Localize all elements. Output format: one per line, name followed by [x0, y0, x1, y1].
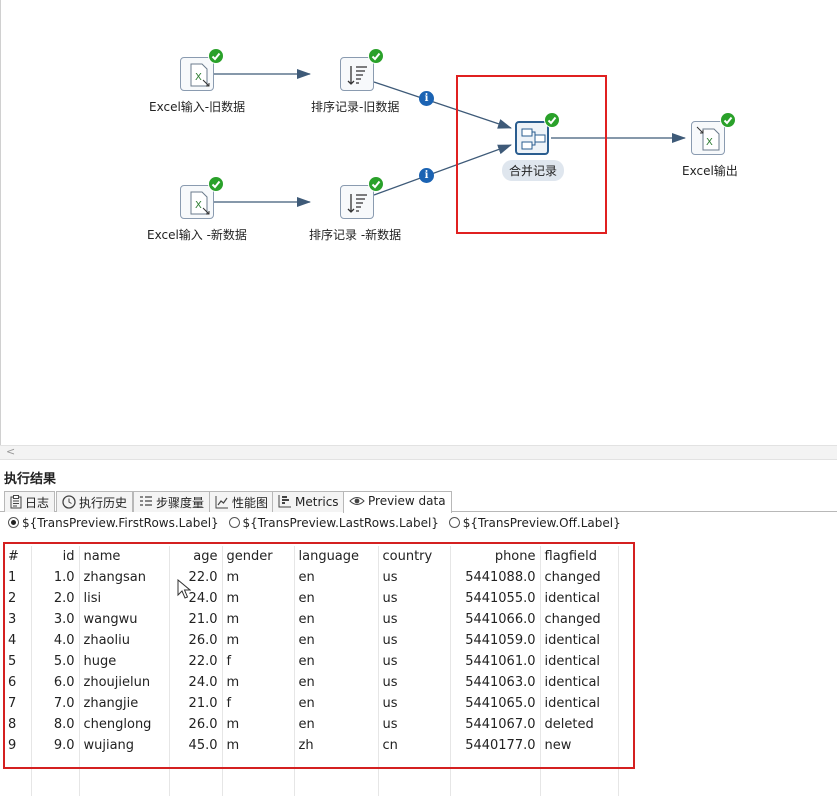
radio-last-rows[interactable]: ${TransPreview.LastRows.Label} [228, 516, 439, 530]
results-panel-title: 执行结果 [4, 472, 57, 487]
list-icon [139, 495, 153, 512]
highlight-annotation [3, 542, 635, 769]
radio-label: ${TransPreview.Off.Label} [462, 516, 621, 530]
sort-icon [347, 66, 367, 85]
radio-dot [228, 517, 240, 528]
highlight-annotation [456, 75, 607, 234]
tab-label: Preview data [368, 494, 446, 508]
tab-metrics[interactable]: Metrics [272, 491, 345, 512]
tab-label: Metrics [295, 495, 339, 509]
excel-file-icon: X [190, 63, 210, 87]
success-check-icon [208, 48, 224, 64]
svg-text:X: X [195, 72, 202, 83]
success-check-icon [720, 112, 736, 128]
tab-performance-chart[interactable]: 性能图 [209, 491, 275, 512]
success-check-icon [368, 48, 384, 64]
tab-preview-data[interactable]: Preview data [343, 491, 452, 513]
transformation-canvas[interactable]: X Excel输入-旧数据 排序记录-旧数据 X Excel输入 -新数据 排序… [0, 0, 837, 445]
step-label: Excel输入-旧数据 [149, 100, 246, 114]
tab-label: 日志 [25, 496, 50, 510]
radio-dot [8, 517, 19, 528]
step-label: Excel输出 [682, 164, 738, 178]
success-check-icon [368, 176, 384, 192]
clipboard-icon [10, 495, 22, 512]
tab-log[interactable]: 日志 [4, 491, 56, 512]
sort-icon [347, 194, 367, 213]
preview-mode-options: ${TransPreview.FirstRows.Label} ${TransP… [8, 516, 627, 534]
step-label: 排序记录-旧数据 [311, 100, 400, 114]
excel-file-icon: X [696, 126, 720, 151]
radio-dot [448, 517, 460, 528]
info-icon[interactable]: i [419, 168, 434, 183]
bar-chart-icon [278, 494, 292, 511]
eye-icon [349, 495, 365, 510]
scroll-left-icon[interactable]: < [6, 445, 15, 458]
info-icon[interactable]: i [419, 91, 434, 106]
radio-first-rows[interactable]: ${TransPreview.FirstRows.Label} [8, 516, 219, 530]
step-label: Excel输入 -新数据 [147, 228, 247, 242]
tab-history[interactable]: 执行历史 [56, 491, 134, 512]
mouse-pointer-icon [177, 579, 191, 599]
hop-lines [214, 69, 686, 207]
horizontal-scrollbar[interactable]: < [0, 445, 837, 460]
tab-label: 执行历史 [79, 496, 128, 510]
svg-text:X: X [706, 137, 713, 148]
radio-label: ${TransPreview.FirstRows.Label} [22, 516, 219, 530]
success-check-icon [208, 176, 224, 192]
clock-icon [62, 495, 76, 512]
excel-output-step[interactable]: X [691, 121, 725, 155]
step-label: 排序记录 -新数据 [309, 228, 402, 242]
svg-text:X: X [195, 200, 202, 211]
tab-label: 步骤度量 [156, 496, 205, 510]
radio-label: ${TransPreview.LastRows.Label} [242, 516, 439, 530]
tab-step-metrics[interactable]: 步骤度量 [133, 491, 211, 512]
line-chart-icon [215, 495, 229, 512]
results-tab-bar: 日志 执行历史 步骤度量 性能图 Metrics Preview data [0, 490, 837, 513]
excel-file-icon: X [190, 191, 210, 215]
tab-label: 性能图 [232, 496, 269, 510]
radio-off[interactable]: ${TransPreview.Off.Label} [448, 516, 621, 530]
